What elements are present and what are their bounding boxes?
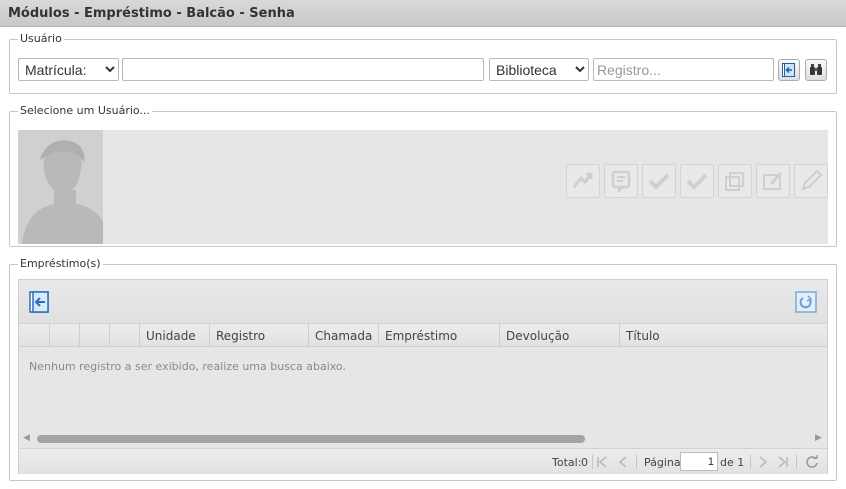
last-page-icon[interactable] (777, 456, 789, 471)
column-header[interactable] (80, 324, 110, 347)
column-header[interactable]: Registro (210, 324, 309, 347)
user-silhouette-icon (18, 130, 103, 244)
empty-message: Nenhum registro a ser exibido, realize u… (29, 360, 346, 373)
column-header[interactable] (110, 324, 140, 347)
transfer-icon (572, 172, 593, 188)
loans-grid: Unidade Registro Chamada Empréstimo Devo… (18, 279, 828, 474)
copy-button[interactable] (718, 164, 752, 198)
selecione-legend: Selecione um Usuário... (18, 104, 152, 118)
message-icon (611, 170, 631, 193)
book-refresh-icon[interactable] (794, 290, 820, 314)
footer-divider (750, 455, 751, 469)
refresh-icon[interactable] (805, 455, 819, 472)
column-header[interactable]: Chamada (309, 324, 379, 347)
emprestimos-panel: Empréstimo(s) Unidade Registro Chamada E… (9, 257, 837, 481)
user-search-input[interactable] (122, 58, 484, 81)
usuario-legend: Usuário (18, 32, 64, 46)
confirm-button[interactable] (642, 164, 676, 198)
window-title: Módulos - Empréstimo - Balcão - Senha (0, 0, 846, 27)
transfer-button[interactable] (566, 164, 600, 198)
column-header[interactable] (19, 324, 50, 347)
grid-header: Unidade Registro Chamada Empréstimo Devo… (19, 324, 827, 347)
page-number-input[interactable] (680, 452, 718, 471)
footer-divider (636, 455, 637, 469)
prev-page-icon[interactable] (617, 456, 629, 471)
avatar (18, 130, 103, 244)
book-return-icon (782, 63, 795, 77)
page-of-label: de 1 (720, 456, 745, 469)
library-select[interactable]: Biblioteca (489, 58, 589, 81)
grid-footer: Total: 0 Página de 1 (19, 448, 827, 474)
check-icon (648, 173, 670, 190)
column-header[interactable]: Unidade (140, 324, 210, 347)
usuario-panel: Usuário Matrícula: Biblioteca (9, 32, 837, 94)
footer-divider (592, 455, 593, 469)
binoculars-icon (810, 64, 822, 75)
scroll-left-icon[interactable]: ◀ (23, 433, 30, 443)
book-return-icon[interactable] (28, 290, 54, 314)
return-book-button[interactable] (778, 59, 800, 81)
total-label: Total: (552, 456, 582, 469)
pencil-icon (801, 169, 823, 191)
column-header[interactable]: Título (620, 324, 827, 347)
first-page-icon[interactable] (596, 456, 608, 471)
emprestimos-legend: Empréstimo(s) (18, 257, 103, 271)
next-page-icon[interactable] (757, 456, 769, 471)
copy-icon (725, 172, 744, 191)
column-header[interactable]: Devolução (500, 324, 620, 347)
check-icon (686, 173, 708, 190)
footer-divider (796, 455, 797, 469)
total-value: 0 (581, 456, 588, 469)
column-header[interactable] (50, 324, 80, 347)
scroll-right-icon[interactable]: ▶ (815, 433, 822, 443)
barcode-button[interactable] (805, 59, 827, 81)
search-type-select[interactable]: Matrícula: (18, 58, 119, 81)
edit-icon (763, 171, 783, 190)
confirm-all-button[interactable] (680, 164, 714, 198)
horizontal-scrollbar[interactable]: ◀ ▶ (19, 430, 827, 447)
scrollbar-thumb[interactable] (37, 435, 585, 443)
page-label: Página (644, 456, 681, 469)
edit-button[interactable] (756, 164, 790, 198)
pencil-button[interactable] (794, 164, 828, 198)
selecione-panel: Selecione um Usuário... (9, 104, 837, 247)
grid-toolbar (19, 280, 827, 324)
column-header[interactable]: Empréstimo (379, 324, 500, 347)
user-info-area (18, 130, 828, 244)
message-button[interactable] (604, 164, 638, 198)
registro-input[interactable] (593, 58, 774, 81)
